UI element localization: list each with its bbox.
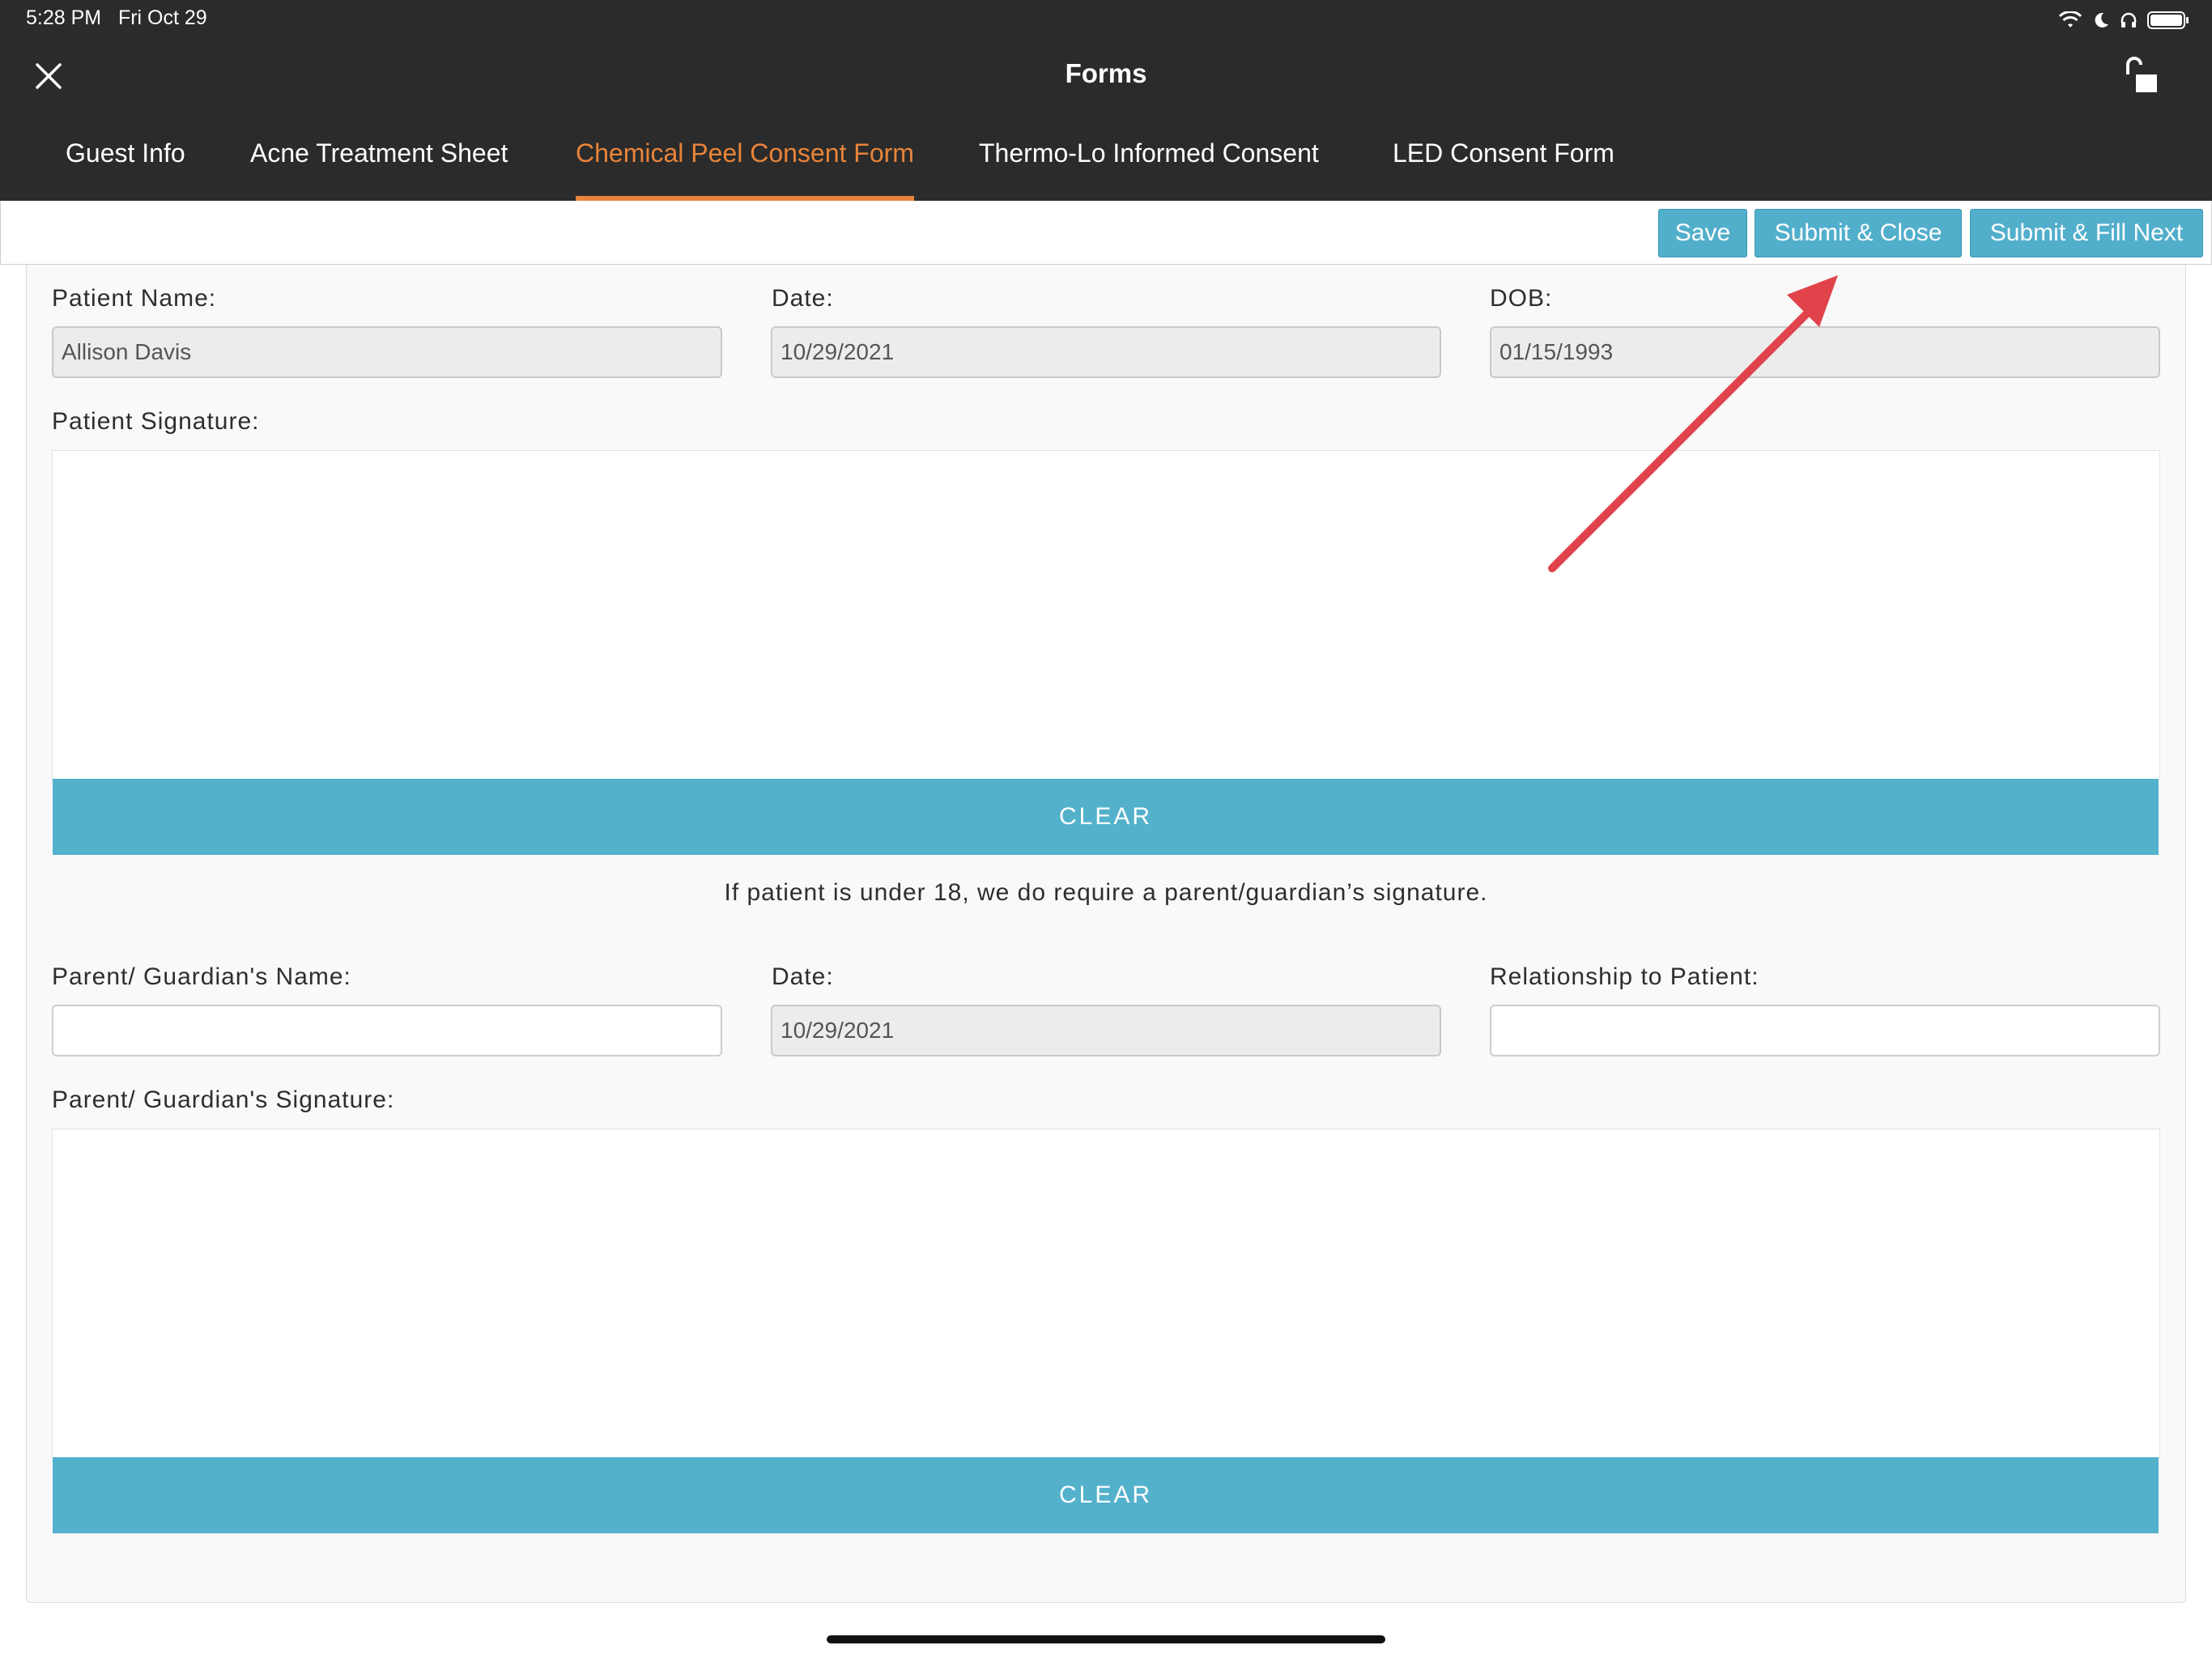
guardian-date-field[interactable]: 10/29/2021 xyxy=(771,1005,1441,1056)
wifi-icon xyxy=(2058,11,2082,28)
close-icon xyxy=(36,63,62,89)
tab-thermo-lo-informed-consent[interactable]: Thermo-Lo Informed Consent xyxy=(979,120,1319,201)
under-18-note: If patient is under 18, we do require a … xyxy=(724,879,1488,906)
patient-name-field[interactable]: Allison Davis xyxy=(52,326,722,378)
orientation-lock-button[interactable] xyxy=(2121,55,2160,97)
patient-signature-label: Patient Signature: xyxy=(52,408,260,435)
guardian-name-input[interactable] xyxy=(52,1005,722,1056)
status-time: 5:28 PM Fri Oct 29 xyxy=(26,6,207,30)
patient-signature-pad[interactable] xyxy=(52,450,2160,780)
submit-close-button[interactable]: Submit & Close xyxy=(1755,209,1962,257)
guardian-signature-pad[interactable] xyxy=(52,1129,2160,1459)
save-button[interactable]: Save xyxy=(1658,209,1747,257)
status-date-text: Fri Oct 29 xyxy=(117,6,207,29)
home-indicator xyxy=(827,1635,1385,1643)
moon-icon xyxy=(2095,12,2108,28)
dob-field[interactable]: 01/15/1993 xyxy=(1490,326,2160,378)
tab-guest-info[interactable]: Guest Info xyxy=(66,120,185,201)
clear-guardian-signature-button[interactable]: CLEAR xyxy=(53,1457,2159,1533)
close-button[interactable] xyxy=(31,58,66,94)
relationship-label: Relationship to Patient: xyxy=(1490,963,1759,990)
submit-fill-next-button[interactable]: Submit & Fill Next xyxy=(1970,209,2203,257)
unlock-icon xyxy=(2126,57,2157,92)
form-toolbar: Save Submit & Close Submit & Fill Next xyxy=(0,201,2212,265)
page-title: Forms xyxy=(1065,58,1147,88)
patient-name-label: Patient Name: xyxy=(52,285,217,312)
tab-led-consent-form[interactable]: LED Consent Form xyxy=(1393,120,1614,201)
guardian-date-label: Date: xyxy=(772,963,834,990)
headphones-icon xyxy=(2121,12,2137,28)
date-field[interactable]: 10/29/2021 xyxy=(771,326,1441,378)
relationship-input[interactable] xyxy=(1490,1005,2160,1056)
guardian-name-label: Parent/ Guardian's Name: xyxy=(52,963,351,990)
tab-chemical-peel-consent-form[interactable]: Chemical Peel Consent Form xyxy=(576,120,914,201)
clear-patient-signature-button[interactable]: CLEAR xyxy=(53,779,2159,855)
guardian-signature-label: Parent/ Guardian's Signature: xyxy=(52,1086,395,1113)
status-icons xyxy=(2058,6,2189,34)
battery-icon xyxy=(2147,11,2189,29)
date-label: Date: xyxy=(772,285,834,312)
dob-label: DOB: xyxy=(1490,285,1553,312)
status-time-text: 5:28 PM xyxy=(26,6,102,29)
tab-acne-treatment-sheet[interactable]: Acne Treatment Sheet xyxy=(250,120,508,201)
